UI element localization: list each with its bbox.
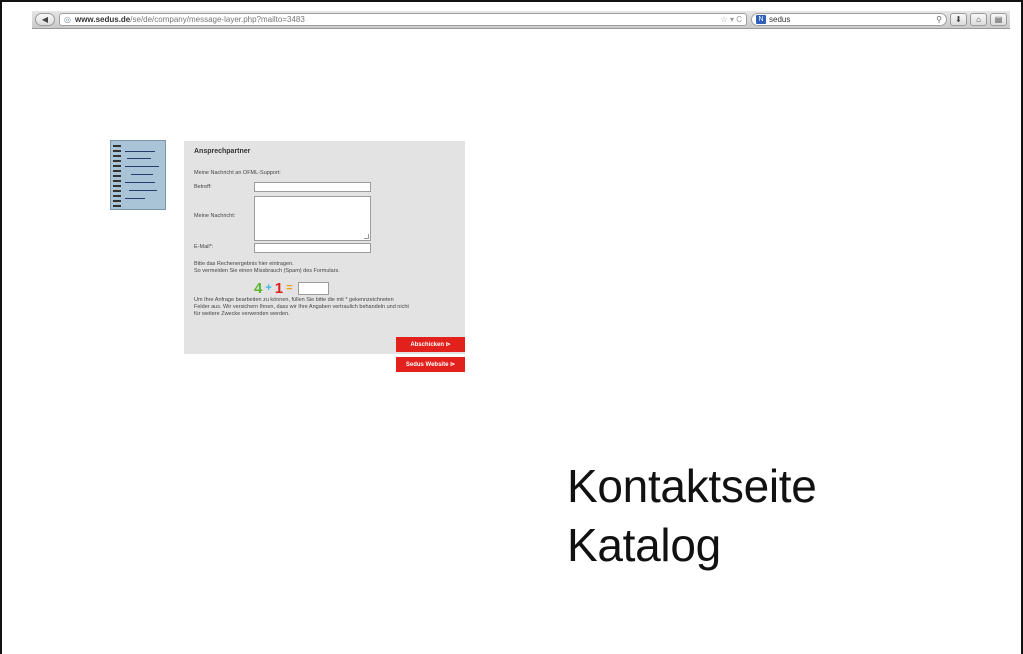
caption-line2: Katalog — [567, 519, 721, 571]
download-icon[interactable]: ⬇ — [950, 13, 967, 26]
search-input[interactable]: sedus — [769, 15, 933, 24]
captcha-input[interactable] — [297, 282, 329, 295]
captcha: 4 + 1 = — [254, 281, 329, 296]
search-icon[interactable]: ⚲ — [936, 15, 942, 24]
back-forward-button[interactable]: ◀ — [35, 13, 55, 26]
spiral-binding — [113, 145, 121, 207]
notice-line2: Felder aus. Wir versichern Ihnen, dass w… — [194, 304, 409, 310]
captcha-operator: + — [265, 282, 272, 294]
submit-button[interactable]: Abschicken ⊳ — [396, 337, 465, 352]
sedus-website-button[interactable]: Sedus Website ⊳ — [396, 357, 465, 372]
url-text: www.sedus.de/se/de/company/message-layer… — [75, 15, 717, 24]
slide-frame — [0, 0, 1023, 654]
home-icon[interactable]: ⌂ — [970, 13, 987, 26]
back-icon[interactable]: ◀ — [42, 15, 48, 24]
search-bar[interactable]: N sedus ⚲ — [751, 13, 947, 26]
search-engine-icon[interactable]: N — [756, 15, 766, 24]
address-bar[interactable]: ◎ www.sedus.de/se/de/company/message-lay… — [59, 13, 747, 26]
contact-form-panel: Ansprechpartner Meine Nachricht an OFML-… — [184, 141, 465, 354]
form-intro: Meine Nachricht an OFML-Support: — [194, 170, 281, 176]
captcha-hint-line2: So vermeiden Sie einen Missbrauch (Spam)… — [194, 268, 340, 274]
caption-line1: Kontaktseite — [567, 460, 817, 512]
captcha-hint-line1: Bitte das Rechenergebnis hier eintragen. — [194, 261, 294, 267]
message-label: Meine Nachricht: — [194, 213, 236, 219]
message-textarea[interactable] — [254, 196, 371, 241]
subject-input[interactable] — [254, 182, 371, 192]
captcha-number-b: 1 — [274, 280, 284, 297]
notepad-image — [110, 140, 166, 210]
globe-icon: ◎ — [64, 15, 71, 24]
notice-line1: Um Ihre Anfrage bearbeiten zu können, fü… — [194, 297, 394, 303]
reload-icon[interactable]: ☆ ▾ C — [721, 15, 742, 24]
browser-toolbar: ◀ ◎ www.sedus.de/se/de/company/message-l… — [32, 11, 1010, 29]
menu-icon[interactable]: ▤ — [990, 13, 1007, 26]
url-path: /se/de/company/message-layer.php?mailto=… — [130, 15, 305, 24]
email-input[interactable] — [254, 243, 371, 253]
email-label: E-Mail*: — [194, 244, 214, 250]
form-title: Ansprechpartner — [194, 148, 251, 155]
captcha-equals: = — [286, 282, 293, 294]
resize-grip-icon[interactable] — [364, 234, 369, 239]
captcha-number-a: 4 — [254, 280, 263, 297]
url-domain: www.sedus.de — [74, 15, 131, 24]
slide-caption: Kontaktseite Katalog — [567, 457, 817, 575]
subject-label: Betreff: — [194, 184, 212, 190]
notice-line3: für weitere Zwecke verwenden werden. — [194, 311, 290, 317]
